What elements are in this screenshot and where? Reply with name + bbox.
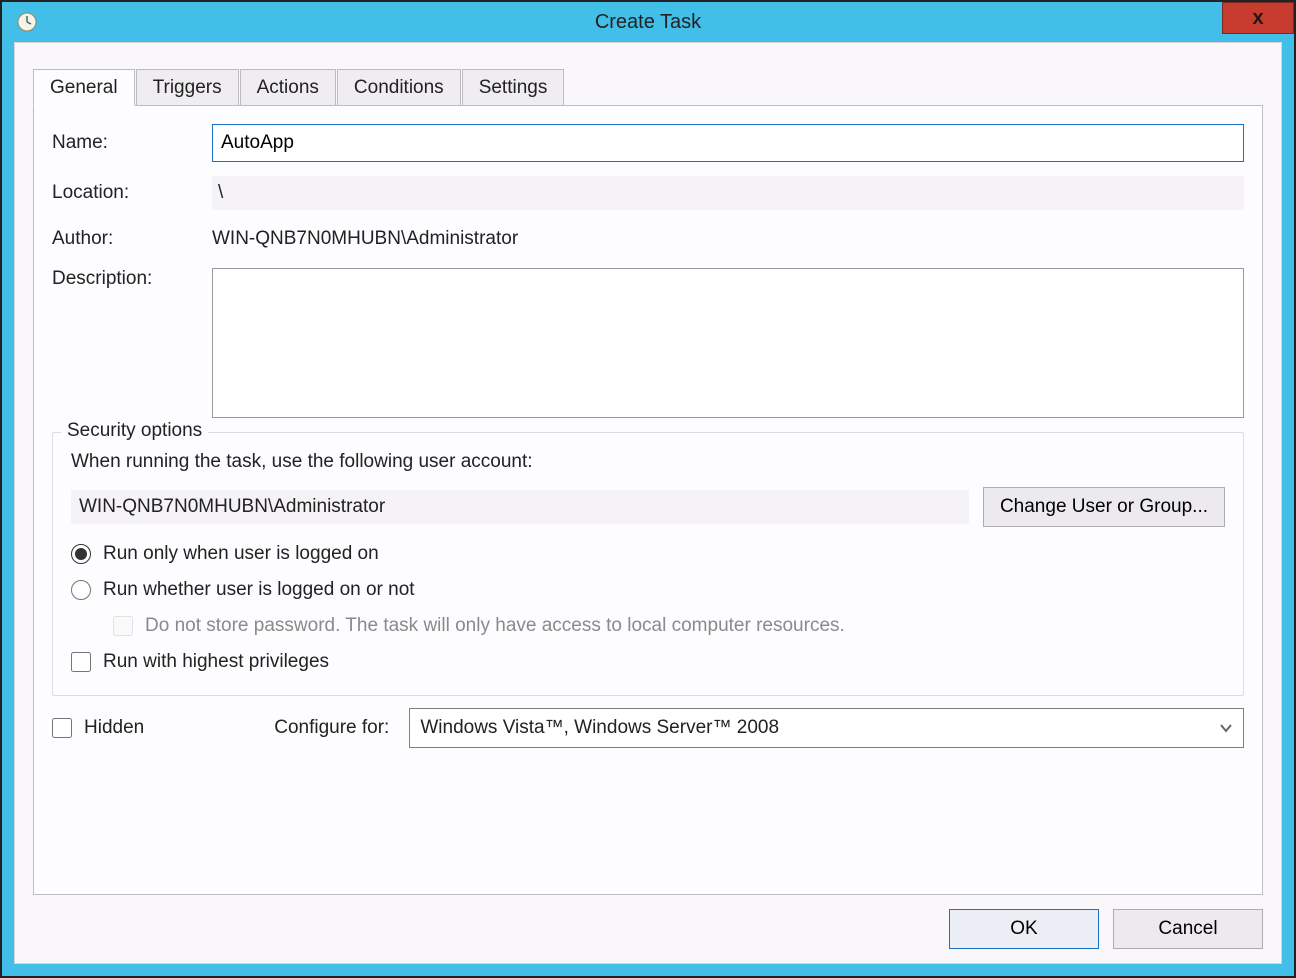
checkbox-highest-privileges-label: Run with highest privileges bbox=[103, 651, 329, 673]
description-label: Description: bbox=[52, 268, 212, 290]
tab-triggers[interactable]: Triggers bbox=[136, 69, 239, 105]
close-button[interactable]: x bbox=[1222, 2, 1294, 34]
tab-conditions-label: Conditions bbox=[354, 77, 444, 98]
task-scheduler-icon bbox=[16, 11, 38, 33]
security-options-legend: Security options bbox=[61, 420, 208, 442]
change-user-button[interactable]: Change User or Group... bbox=[983, 487, 1225, 527]
client-area: General Triggers Actions Conditions Sett… bbox=[14, 42, 1282, 964]
radio-run-logged-on-label: Run only when user is logged on bbox=[103, 543, 379, 565]
titlebar: Create Task x bbox=[2, 2, 1294, 42]
checkbox-no-store-password: Do not store password. The task will onl… bbox=[113, 615, 1225, 637]
configure-for-label: Configure for: bbox=[274, 717, 389, 739]
tab-general-label: General bbox=[50, 77, 118, 98]
tab-conditions[interactable]: Conditions bbox=[337, 69, 461, 105]
name-label: Name: bbox=[52, 132, 212, 154]
tab-actions-label: Actions bbox=[257, 77, 319, 98]
cancel-button[interactable]: Cancel bbox=[1113, 909, 1263, 949]
tab-general[interactable]: General bbox=[33, 69, 135, 106]
name-input[interactable] bbox=[212, 124, 1244, 162]
tab-settings[interactable]: Settings bbox=[462, 69, 565, 105]
security-prompt: When running the task, use the following… bbox=[71, 451, 533, 473]
radio-run-logged-on-input[interactable] bbox=[71, 544, 91, 564]
checkbox-hidden[interactable]: Hidden bbox=[52, 717, 144, 739]
author-value: WIN-QNB7N0MHUBN\Administrator bbox=[212, 224, 1244, 254]
checkbox-hidden-label: Hidden bbox=[84, 717, 144, 739]
configure-for-value: Windows Vista™, Windows Server™ 2008 bbox=[420, 717, 779, 739]
checkbox-highest-privileges-input[interactable] bbox=[71, 652, 91, 672]
create-task-window: Create Task x General Triggers Actions C… bbox=[0, 0, 1296, 978]
description-input[interactable] bbox=[212, 268, 1244, 418]
radio-run-whether-input[interactable] bbox=[71, 580, 91, 600]
security-options-group: Security options When running the task, … bbox=[52, 432, 1244, 696]
checkbox-highest-privileges[interactable]: Run with highest privileges bbox=[71, 651, 1225, 673]
security-account-value: WIN-QNB7N0MHUBN\Administrator bbox=[71, 490, 969, 524]
chevron-down-icon bbox=[1219, 721, 1233, 735]
location-label: Location: bbox=[52, 182, 212, 204]
location-value: \ bbox=[212, 176, 1244, 210]
radio-run-logged-on[interactable]: Run only when user is logged on bbox=[71, 543, 1225, 565]
tab-settings-label: Settings bbox=[479, 77, 548, 98]
close-icon: x bbox=[1252, 7, 1263, 30]
author-label: Author: bbox=[52, 228, 212, 250]
radio-run-whether[interactable]: Run whether user is logged on or not bbox=[71, 579, 1225, 601]
tab-triggers-label: Triggers bbox=[153, 77, 222, 98]
general-panel: Name: Location: \ Author: WIN-QNB7N0MHUB… bbox=[33, 105, 1263, 895]
ok-button[interactable]: OK bbox=[949, 909, 1099, 949]
tabstrip: General Triggers Actions Conditions Sett… bbox=[33, 63, 1263, 105]
checkbox-hidden-input[interactable] bbox=[52, 718, 72, 738]
checkbox-no-store-password-label: Do not store password. The task will onl… bbox=[145, 615, 845, 637]
dialog-buttons: OK Cancel bbox=[33, 909, 1263, 949]
tab-actions[interactable]: Actions bbox=[240, 69, 336, 105]
radio-run-whether-label: Run whether user is logged on or not bbox=[103, 579, 415, 601]
window-title: Create Task bbox=[595, 11, 701, 34]
checkbox-no-store-password-input bbox=[113, 616, 133, 636]
configure-for-combo[interactable]: Windows Vista™, Windows Server™ 2008 bbox=[409, 708, 1244, 748]
